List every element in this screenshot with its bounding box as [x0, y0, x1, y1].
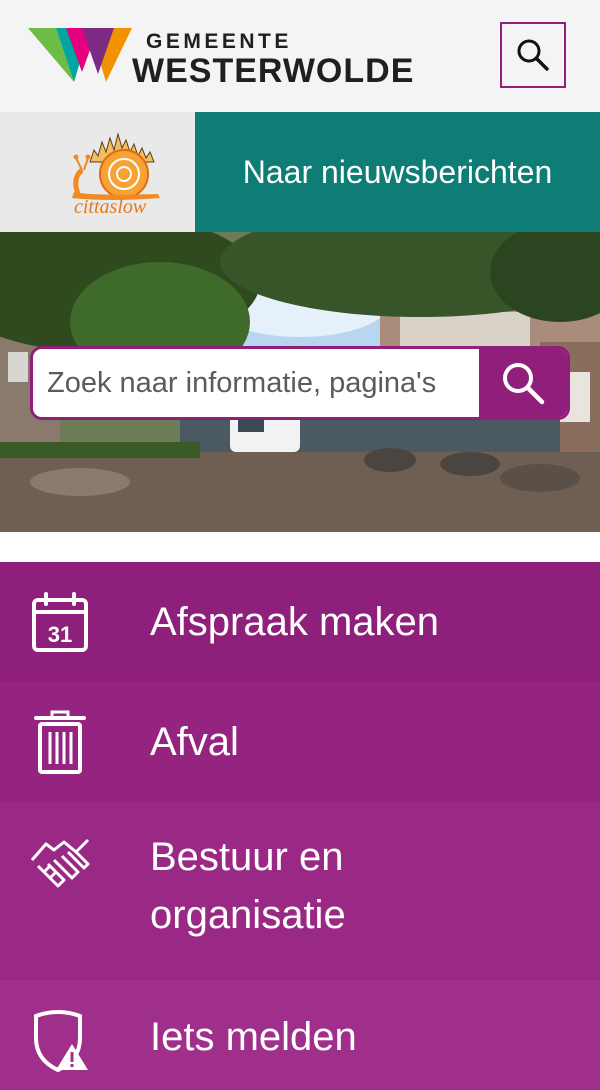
search-submit-button[interactable] — [479, 349, 567, 417]
menu-item-label: Afval — [150, 720, 239, 764]
logo-main-text: WESTERWOLDE — [132, 52, 415, 90]
menu-item-bestuur-en-organisatie[interactable]: Bestuur en organisatie — [0, 802, 600, 980]
search-toggle-button[interactable] — [500, 22, 566, 88]
menu-item-iets-melden[interactable]: Iets melden — [0, 980, 600, 1090]
banner-row: cittaslow Naar nieuwsberichten — [0, 112, 600, 232]
handshake-icon — [28, 830, 92, 894]
cittaslow-text: cittaslow — [74, 196, 147, 218]
search-bar — [30, 346, 570, 420]
menu-item-afval[interactable]: Afval — [0, 682, 600, 802]
search-icon — [503, 363, 545, 405]
calendar-day: 31 — [48, 622, 72, 647]
search-icon — [517, 39, 549, 71]
news-button[interactable]: Naar nieuwsberichten — [195, 112, 600, 232]
menu-item-label: Afspraak maken — [150, 600, 440, 644]
logo-small-text: GEMEENTE — [146, 30, 292, 53]
logo-mark-icon — [28, 28, 132, 82]
menu-item-label: Iets melden — [150, 1015, 357, 1059]
trash-bin-icon — [28, 710, 92, 774]
calendar-icon: 31 — [28, 590, 92, 654]
menu-item-afspraak-maken[interactable]: 31 Afspraak maken — [0, 562, 600, 682]
main-menu: 31 Afspraak maken Afval Bestuur en organ… — [0, 562, 600, 1090]
westerwolde-logo[interactable]: GEMEENTE WESTERWOLDE — [28, 24, 438, 90]
shield-warning-icon — [28, 1008, 92, 1072]
spacer — [0, 532, 600, 562]
site-header: GEMEENTE WESTERWOLDE — [0, 0, 600, 112]
search-input[interactable] — [33, 349, 479, 417]
cittaslow-logo[interactable]: cittaslow — [0, 112, 195, 232]
menu-item-label: Bestuur en organisatie — [150, 835, 346, 937]
